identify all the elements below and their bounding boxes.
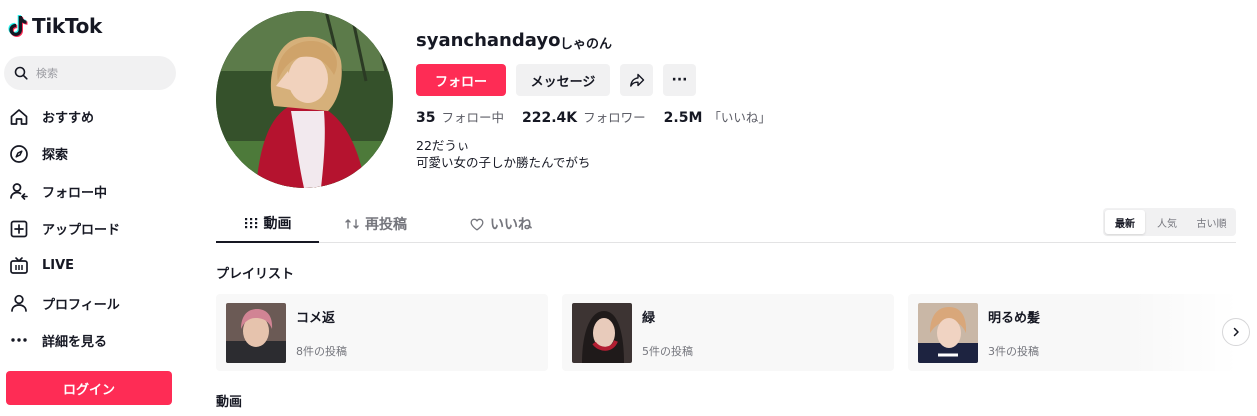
- playlist-name: 明るめ髪: [988, 310, 1041, 326]
- sidebar-item-label: フォロー中: [42, 185, 108, 201]
- avatar-photo: [216, 11, 393, 188]
- playlist-name: コメ返: [296, 310, 336, 326]
- stat-followers[interactable]: 222.4K フォロワー: [522, 107, 646, 126]
- follow-button[interactable]: フォロー: [416, 64, 506, 96]
- playlist-count: 5件の投稿: [642, 344, 693, 358]
- profile-username: syanchandayo: [416, 30, 561, 51]
- more-options-button[interactable]: ···: [663, 64, 696, 96]
- playlist-thumbnail: [918, 302, 978, 363]
- profile-stats: 35 フォロー中 222.4K フォロワー 2.5M 「いいね」: [416, 107, 771, 126]
- sidebar-item-label: LIVE: [42, 258, 75, 274]
- tiktok-logo[interactable]: TikTok: [8, 14, 102, 38]
- message-button[interactable]: メッセージ: [516, 64, 610, 96]
- sidebar-item-label: アップロード: [42, 223, 121, 239]
- grid-icon: [244, 218, 257, 229]
- chevron-right-icon: [1233, 327, 1239, 337]
- sidebar-item-foryou[interactable]: おすすめ: [0, 98, 190, 135]
- sort-toggle: 最新 人気 古い順: [1103, 208, 1236, 236]
- playlist-count: 3件の投稿: [988, 344, 1039, 358]
- stat-following[interactable]: 35 フォロー中: [416, 107, 504, 126]
- bio-line: 22だうぃ: [416, 138, 470, 153]
- sidebar-nav: おすすめ 探索 フォロー中 アップロード LIVE プロフィール 詳細を見る: [0, 98, 190, 359]
- sidebar-item-upload[interactable]: アップロード: [0, 210, 190, 247]
- avatar: [216, 11, 393, 188]
- tiktok-note-icon: [8, 15, 28, 37]
- tab-label: 再投稿: [365, 217, 407, 233]
- stat-label: 「いいね」: [708, 110, 771, 125]
- playlist-count: 8件の投稿: [296, 344, 347, 358]
- stat-label: フォロー中: [441, 110, 504, 125]
- repost-icon: [345, 219, 359, 229]
- sort-popular[interactable]: 人気: [1147, 210, 1187, 234]
- tab-label: 動画: [263, 216, 292, 232]
- sidebar-item-label: プロフィール: [42, 297, 120, 313]
- compass-icon: [8, 143, 30, 165]
- sidebar-item-explore[interactable]: 探索: [0, 135, 190, 172]
- sidebar-item-live[interactable]: LIVE: [0, 247, 190, 284]
- sidebar-item-label: 探索: [42, 148, 69, 164]
- share-icon: [629, 73, 644, 87]
- stat-label: フォロワー: [583, 110, 646, 125]
- logo-text: TikTok: [32, 14, 103, 38]
- sort-latest[interactable]: 最新: [1105, 210, 1145, 234]
- tab-videos[interactable]: 動画: [216, 205, 319, 243]
- playlist-name: 緑: [642, 310, 656, 326]
- bio-line: 可愛い女の子しか勝たんでがち: [416, 155, 591, 170]
- sidebar-item-label: 詳細を見る: [42, 334, 108, 350]
- sort-oldest[interactable]: 古い順: [1189, 210, 1234, 234]
- playlist-card[interactable]: コメ返 8件の投稿: [216, 294, 548, 371]
- sidebar-item-following[interactable]: フォロー中: [0, 173, 190, 210]
- stat-value: 35: [416, 110, 436, 126]
- stat-value: 222.4K: [522, 110, 578, 126]
- live-icon: [8, 255, 30, 277]
- tab-likes[interactable]: いいね: [456, 205, 546, 243]
- search-bar[interactable]: [4, 56, 176, 90]
- playlists-heading: プレイリスト: [216, 267, 295, 282]
- profile-bio: 22だうぃ 可愛い女の子しか勝たんでがち: [416, 137, 590, 171]
- playlist-card[interactable]: 緑 5件の投稿: [562, 294, 894, 371]
- search-input[interactable]: [36, 66, 156, 80]
- stat-likes: 2.5M 「いいね」: [664, 107, 771, 126]
- more-icon: [8, 329, 30, 351]
- share-button[interactable]: [620, 64, 653, 96]
- sidebar-item-more[interactable]: 詳細を見る: [0, 322, 190, 359]
- sidebar-item-label: おすすめ: [42, 111, 95, 127]
- home-icon: [8, 106, 30, 128]
- videos-heading: 動画: [216, 395, 243, 410]
- following-icon: [8, 180, 30, 202]
- tab-reposts[interactable]: 再投稿: [336, 205, 416, 243]
- heart-icon: [470, 218, 484, 230]
- profile-icon: [8, 292, 30, 314]
- playlist-thumbnail: [226, 302, 286, 363]
- login-button[interactable]: ログイン: [6, 371, 172, 405]
- stat-value: 2.5M: [663, 110, 703, 126]
- profile-nickname: しゃのん: [560, 37, 613, 52]
- playlist-next-button[interactable]: [1222, 318, 1250, 346]
- sidebar-item-profile[interactable]: プロフィール: [0, 284, 190, 321]
- tab-label: いいね: [490, 217, 532, 233]
- sidebar: TikTok おすすめ 探索 フォロー中: [0, 0, 190, 416]
- playlist-thumbnail: [572, 302, 632, 363]
- content-tabs: 動画 再投稿 いいね: [216, 205, 1236, 243]
- search-icon: [14, 66, 28, 80]
- upload-icon: [8, 218, 30, 240]
